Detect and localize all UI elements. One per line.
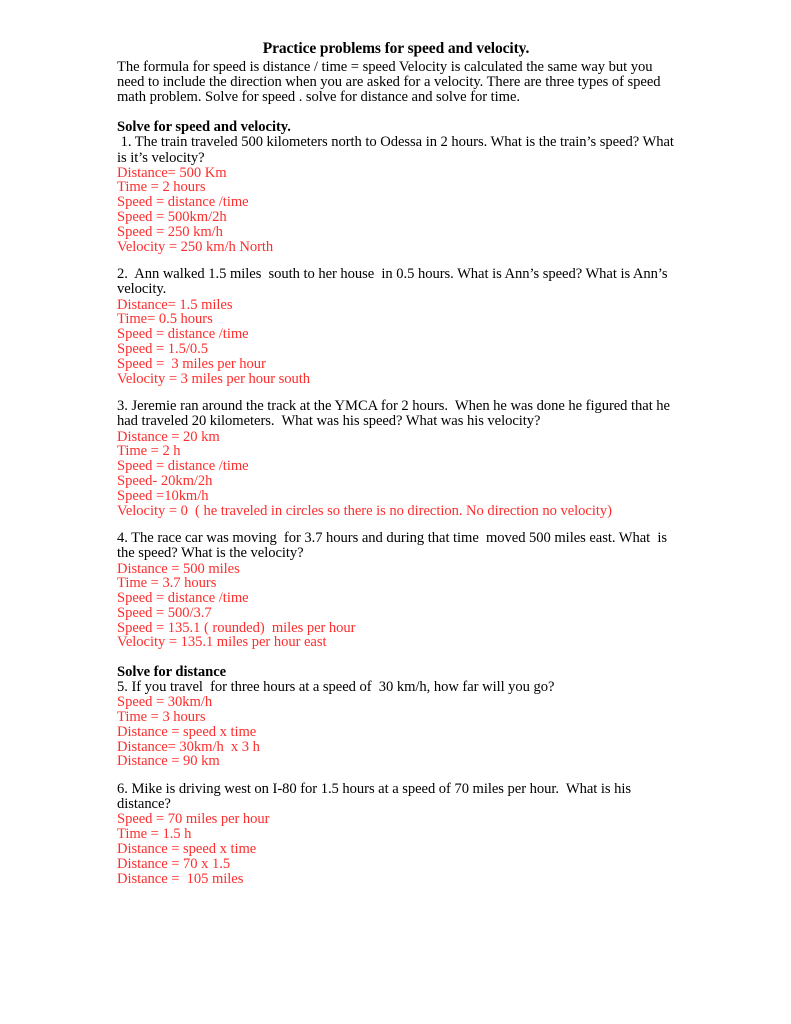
answer-line: Distance = 90 km [117, 753, 220, 770]
answer-line: Distance= 500 Km [117, 164, 227, 181]
answer-line: Distance= 1.5 miles [117, 296, 233, 313]
answer-line: Speed = distance /time [117, 590, 249, 607]
answer-line: Time= 0.5 hours [117, 311, 213, 328]
section-heading: Solve for distance [117, 664, 227, 681]
problem-block: 1. The train traveled 500 kilometers nor… [117, 135, 675, 254]
problem-question: 2. Ann walked 1.5 miles south to her hou… [117, 266, 672, 298]
problem-question: 6. Mike is driving west on I-80 for 1.5 … [117, 781, 635, 813]
answer-line: Velocity = 135.1 miles per hour east [117, 634, 327, 651]
answer-line: Speed = distance /time [117, 326, 249, 343]
answer-line: Speed = 3 miles per hour [117, 355, 266, 372]
problem-question: 1. The train traveled 500 kilometers nor… [117, 134, 678, 166]
answer-line: Time = 3 hours [117, 708, 206, 725]
answer-line: Distance = 500 miles [117, 560, 240, 577]
answer-line: Speed = 135.1 ( rounded) miles per hour [117, 619, 356, 636]
answer-line: Distance = speed x time [117, 723, 257, 740]
answer-line: Velocity = 250 km/h North [117, 238, 274, 255]
answer-line: Speed = 30km/h [117, 694, 213, 711]
answer-line: Time = 1.5 h [117, 826, 192, 843]
answer-line: Speed = distance /time [117, 194, 249, 211]
answer-line: Time = 2 h [117, 443, 181, 460]
problem-block: 5. If you travel for three hours at a sp… [117, 679, 675, 770]
intro-paragraph: The formula for speed is distance / time… [117, 59, 661, 106]
problem-block: 4. The race car was moving for 3.7 hours… [117, 531, 675, 650]
problem-question: 3. Jeremie ran around the track at the Y… [117, 398, 674, 430]
problem-question: 5. If you travel for three hours at a sp… [117, 679, 555, 696]
problem-block: 3. Jeremie ran around the track at the Y… [117, 399, 675, 518]
answer-line: Speed = distance /time [117, 458, 249, 475]
section-heading: Solve for speed and velocity. [117, 119, 291, 136]
problem-block: 6. Mike is driving west on I-80 for 1.5 … [117, 782, 675, 886]
problem-block: 2. Ann walked 1.5 miles south to her hou… [117, 267, 675, 386]
answer-line: Distance = speed x time [117, 840, 257, 857]
answer-line: Velocity = 3 miles per hour south [117, 370, 311, 387]
answer-line: Speed = 500km/2h [117, 208, 227, 225]
answer-line: Distance = 20 km [117, 428, 220, 445]
problem-question: 4. The race car was moving for 3.7 hours… [117, 530, 671, 562]
answer-line: Speed = 1.5/0.5 [117, 340, 208, 357]
document-page: Practice problems for speed and velocity… [0, 0, 791, 1024]
sections-container: Solve for speed and velocity. 1. The tra… [117, 106, 675, 887]
answer-line: Distance= 30km/h x 3 h [117, 738, 260, 755]
page-title: Practice problems for speed and velocity… [262, 40, 530, 57]
answer-line: Speed =10km/h [117, 487, 209, 504]
answer-line: Time = 3.7 hours [117, 575, 217, 592]
answer-line: Distance = 105 miles [117, 870, 244, 887]
answer-line: Time = 2 hours [117, 179, 206, 196]
answer-line: Speed = 70 miles per hour [117, 811, 270, 828]
answer-line: Velocity = 0 ( he traveled in circles so… [117, 502, 612, 519]
answer-line: Speed = 500/3.7 [117, 604, 212, 621]
answer-line: Distance = 70 x 1.5 [117, 855, 231, 872]
answer-line: Speed- 20km/2h [117, 472, 213, 489]
answer-line: Speed = 250 km/h [117, 223, 223, 240]
